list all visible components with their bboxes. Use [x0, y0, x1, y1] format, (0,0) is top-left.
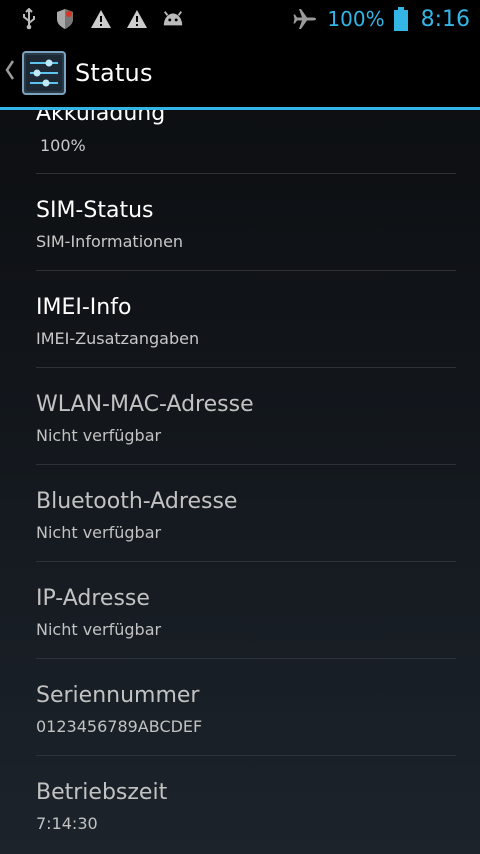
item-subtitle: Nicht verfügbar [36, 523, 162, 542]
warning-icon [126, 8, 148, 30]
list-item-sim-status[interactable]: SIM-Status SIM-Informationen [36, 174, 456, 271]
item-subtitle: 0123456789ABCDEF [36, 717, 203, 736]
item-subtitle: SIM-Informationen [36, 232, 184, 251]
item-title: IMEI-Info [36, 295, 132, 320]
item-title: Akkuladung [36, 110, 166, 126]
android-icon [162, 8, 184, 30]
status-list[interactable]: Akkuladung 100% SIM-Status SIM-Informati… [0, 110, 480, 854]
airplane-icon [291, 8, 319, 30]
item-subtitle: IMEI-Zusatzangaben [36, 329, 200, 348]
list-item-akkuladung[interactable]: Akkuladung 100% [36, 110, 456, 174]
item-title: IP-Adresse [36, 586, 150, 611]
list-item-uptime: Betriebszeit 7:14:30 [36, 756, 456, 853]
action-bar: Status [0, 38, 480, 110]
item-title: Betriebszeit [36, 780, 168, 805]
list-item-ip-address: IP-Adresse Nicht verfügbar [36, 562, 456, 659]
usb-icon [18, 8, 40, 30]
chevron-left-icon [4, 58, 20, 88]
item-subtitle: 7:14:30 [36, 814, 98, 833]
item-subtitle: 100% [40, 136, 86, 155]
list-item-imei-info[interactable]: IMEI-Info IMEI-Zusatzangaben [36, 271, 456, 368]
settings-sliders-icon [22, 50, 66, 95]
warning-icon [90, 8, 112, 30]
list-item-wlan-mac: WLAN-MAC-Adresse Nicht verfügbar [36, 368, 456, 465]
battery-percent: 100% [327, 7, 385, 31]
clock-time: 8:16 [420, 6, 470, 32]
status-bar: 100% 8:16 [0, 0, 480, 38]
list-item-bluetooth-address: Bluetooth-Adresse Nicht verfügbar [36, 465, 456, 562]
item-title: WLAN-MAC-Adresse [36, 392, 254, 417]
system-icons: 100% 8:16 [291, 7, 480, 32]
shield-icon [54, 8, 76, 30]
list-item-serial-number: Seriennummer 0123456789ABCDEF [36, 659, 456, 756]
item-title: SIM-Status [36, 198, 154, 223]
up-navigation-button[interactable] [0, 38, 66, 107]
item-subtitle: Nicht verfügbar [36, 620, 162, 639]
notification-icons [0, 8, 184, 30]
item-title: Seriennummer [36, 683, 200, 708]
item-title: Bluetooth-Adresse [36, 489, 238, 514]
battery-icon [393, 7, 409, 31]
item-subtitle: Nicht verfügbar [36, 426, 162, 445]
page-title: Status [75, 58, 153, 87]
